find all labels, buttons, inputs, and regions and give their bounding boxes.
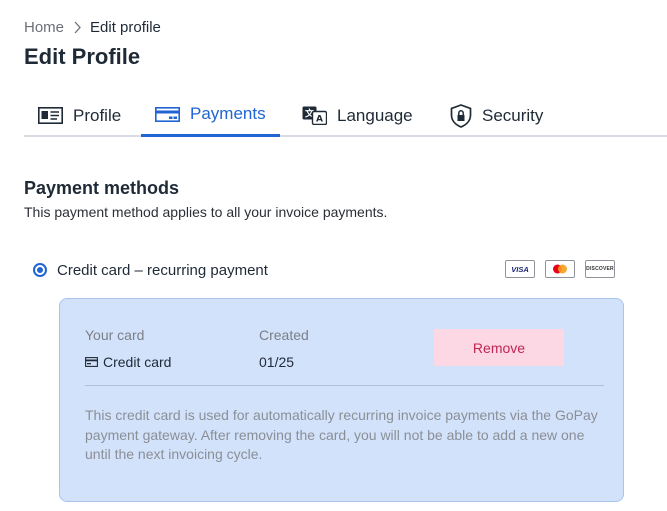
tab-profile-label: Profile bbox=[73, 105, 122, 125]
credit-card-small-icon bbox=[85, 357, 98, 367]
tab-profile[interactable]: Profile bbox=[38, 94, 121, 137]
translate-icon: 文 A bbox=[302, 106, 327, 125]
tab-bar: Profile Payments 文 A Language Security bbox=[24, 94, 667, 137]
tab-payments[interactable]: Payments bbox=[141, 94, 280, 137]
payment-method-label: Credit card – recurring payment bbox=[57, 261, 268, 279]
section-description: This payment method applies to all your … bbox=[24, 204, 388, 220]
tab-security[interactable]: Security bbox=[450, 94, 543, 137]
chevron-right-icon bbox=[74, 21, 81, 34]
visa-logo-icon: VISA bbox=[505, 260, 535, 278]
card-type-label: Credit card bbox=[103, 354, 172, 370]
discover-logo-icon: DISCOVER bbox=[585, 260, 615, 278]
tab-security-label: Security bbox=[482, 105, 544, 125]
page-title: Edit Profile bbox=[24, 44, 141, 69]
created-header: Created bbox=[259, 327, 309, 343]
your-card-header: Your card bbox=[85, 327, 145, 343]
card-notice: This credit card is used for automatical… bbox=[85, 407, 598, 462]
tab-language[interactable]: 文 A Language bbox=[302, 94, 413, 137]
tab-payments-label: Payments bbox=[190, 104, 266, 123]
created-value: 01/25 bbox=[259, 354, 295, 370]
svg-text:A: A bbox=[316, 115, 323, 125]
credit-card-radio[interactable] bbox=[33, 263, 47, 277]
payment-method-option[interactable]: Credit card – recurring payment VISA DIS… bbox=[33, 260, 615, 280]
divider bbox=[85, 385, 604, 386]
breadcrumb-current: Edit profile bbox=[90, 19, 161, 36]
card-panel: Your card Created Credit card 01/25 Remo… bbox=[59, 298, 624, 502]
card-logos: VISA DISCOVER bbox=[505, 260, 615, 278]
card-type-value: Credit card bbox=[85, 354, 171, 370]
shield-lock-icon bbox=[450, 103, 472, 128]
section-title: Payment methods bbox=[24, 178, 180, 198]
mastercard-logo-icon bbox=[545, 260, 575, 278]
id-card-icon bbox=[38, 107, 63, 124]
credit-card-icon bbox=[155, 106, 180, 122]
tab-language-label: Language bbox=[337, 105, 413, 125]
breadcrumb: Home Edit profile bbox=[24, 19, 161, 36]
remove-card-button[interactable]: Remove bbox=[434, 329, 564, 366]
breadcrumb-home-link[interactable]: Home bbox=[24, 19, 64, 36]
